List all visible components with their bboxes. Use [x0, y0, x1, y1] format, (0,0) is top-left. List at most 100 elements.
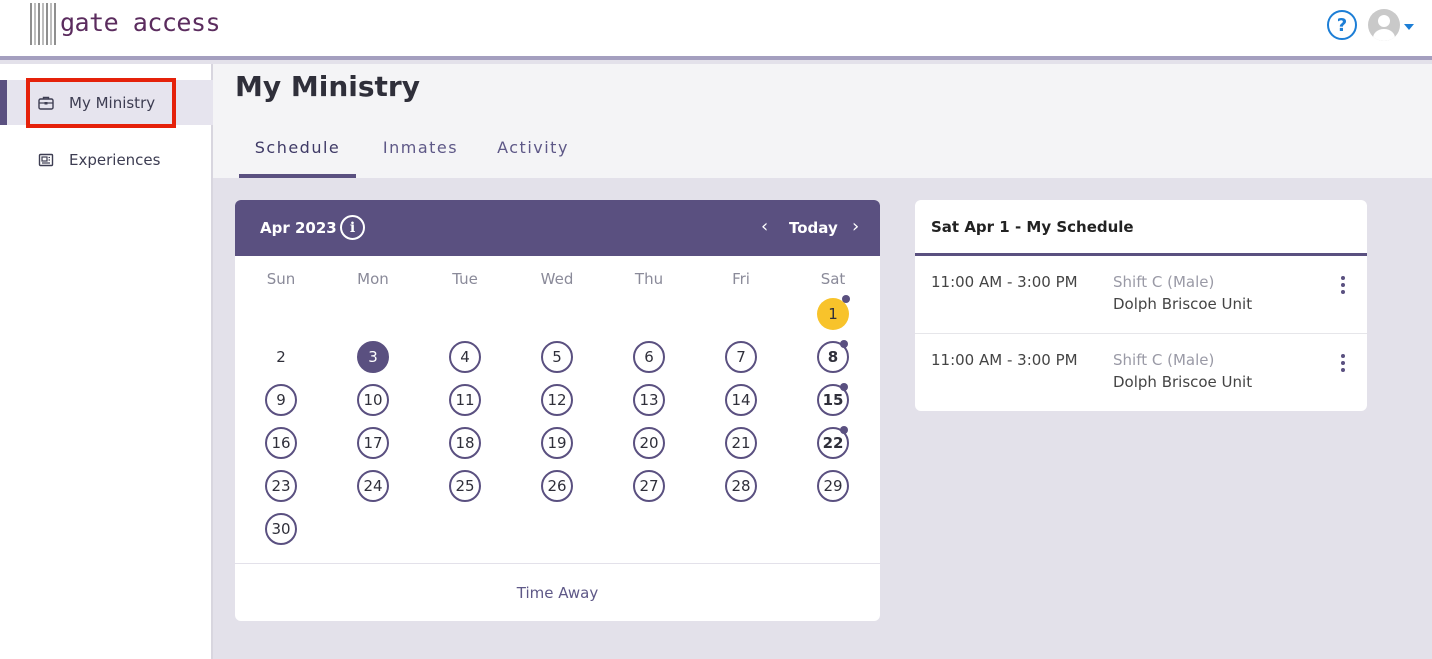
day-number: 16 [271, 434, 291, 452]
calendar-header: Apr 2023 i ‹ Today › [235, 200, 880, 256]
logo-bars-icon [30, 3, 56, 45]
event-dot [840, 340, 848, 348]
day-number: 25 [455, 477, 475, 495]
calendar-day-17[interactable]: 17 [357, 427, 389, 459]
day-number: 15 [822, 391, 844, 409]
calendar-day-30[interactable]: 30 [265, 513, 297, 545]
day-number: 26 [547, 477, 567, 495]
calendar-day-26[interactable]: 26 [541, 470, 573, 502]
calendar-day-28[interactable]: 28 [725, 470, 757, 502]
calendar-day-8[interactable]: 8 [817, 340, 849, 373]
schedule-time: 11:00 AM - 3:00 PM [931, 273, 1078, 291]
calendar-day-10[interactable]: 10 [357, 384, 389, 416]
calendar-day-7[interactable]: 7 [725, 341, 757, 373]
weekday-label: Tue [452, 270, 478, 288]
today-button[interactable]: Today [789, 219, 838, 237]
weekday-label: Sat [820, 270, 846, 288]
day-number: 19 [547, 434, 567, 452]
day-number: 7 [736, 348, 746, 366]
page-title: My Ministry [235, 70, 420, 103]
calendar-day-18[interactable]: 18 [449, 427, 481, 459]
calendar-day-13[interactable]: 13 [633, 384, 665, 416]
calendar-card: Apr 2023 i ‹ Today › Sun Mon Tue Wed Thu… [235, 200, 880, 621]
weekday-label: Sun [266, 270, 296, 288]
schedule-time: 11:00 AM - 3:00 PM [931, 351, 1078, 369]
info-icon[interactable]: i [340, 215, 365, 240]
tab-schedule[interactable]: Schedule [239, 138, 356, 178]
weekday-label: Mon [357, 270, 389, 288]
day-number: 3 [368, 348, 378, 366]
gate-access-logo[interactable]: gate access [30, 2, 221, 46]
calendar-day-5[interactable]: 5 [541, 341, 573, 373]
calendar-day-11[interactable]: 11 [449, 384, 481, 416]
schedule-shift: Shift C (Male) [1113, 351, 1215, 369]
calendar-day-16[interactable]: 16 [265, 427, 297, 459]
time-away-button[interactable]: Time Away [235, 563, 880, 621]
event-dot [842, 295, 850, 303]
tab-inmates[interactable]: Inmates [374, 138, 467, 178]
user-avatar-icon [1368, 9, 1400, 41]
sidebar-item-experiences[interactable]: Experiences [0, 137, 213, 182]
day-number: 4 [460, 348, 470, 366]
day-number: 8 [827, 348, 839, 366]
day-number: 24 [363, 477, 383, 495]
calendar-day-23[interactable]: 23 [265, 470, 297, 502]
chevron-down-icon [1404, 24, 1414, 30]
calendar-month-label: Apr 2023 [260, 219, 337, 237]
day-number: 20 [639, 434, 659, 452]
day-number: 12 [547, 391, 567, 409]
calendar-day-1[interactable]: 1 [817, 295, 850, 330]
day-number: 5 [552, 348, 562, 366]
calendar-day-21[interactable]: 21 [725, 427, 757, 459]
event-dot [840, 383, 848, 391]
event-dot [840, 426, 848, 434]
schedule-row[interactable]: 11:00 AM - 3:00 PM Shift C (Male) Dolph … [915, 333, 1367, 411]
calendar-day-12[interactable]: 12 [541, 384, 573, 416]
calendar-day-3[interactable]: 3 [357, 341, 389, 373]
day-number: 29 [823, 477, 843, 495]
calendar-day-24[interactable]: 24 [357, 470, 389, 502]
more-options-icon[interactable] [1341, 276, 1345, 294]
help-icon[interactable]: ? [1327, 10, 1357, 40]
schedule-panel: Sat Apr 1 - My Schedule 11:00 AM - 3:00 … [915, 200, 1367, 411]
schedule-row[interactable]: 11:00 AM - 3:00 PM Shift C (Male) Dolph … [915, 256, 1367, 334]
schedule-title: Sat Apr 1 - My Schedule [915, 200, 1367, 256]
tab-activity[interactable]: Activity [488, 138, 578, 178]
more-options-icon[interactable] [1341, 354, 1345, 372]
sidebar: My Ministry Experiences [0, 64, 213, 659]
day-number: 30 [271, 520, 291, 538]
day-number: 28 [731, 477, 751, 495]
day-number: 14 [731, 391, 751, 409]
day-number: 27 [639, 477, 659, 495]
day-number: 18 [455, 434, 475, 452]
calendar-day-19[interactable]: 19 [541, 427, 573, 459]
day-number: 6 [644, 348, 654, 366]
previous-month-button[interactable]: ‹ [761, 216, 768, 237]
calendar-day-27[interactable]: 27 [633, 470, 665, 502]
calendar-day-25[interactable]: 25 [449, 470, 481, 502]
day-number: 1 [828, 305, 838, 323]
day-number: 17 [363, 434, 383, 452]
newspaper-icon [38, 153, 54, 167]
calendar-day-9[interactable]: 9 [265, 384, 297, 416]
user-menu-button[interactable] [1368, 9, 1414, 41]
calendar-day-4[interactable]: 4 [449, 341, 481, 373]
day-number: 10 [363, 391, 383, 409]
day-number: 11 [455, 391, 475, 409]
calendar-day-29[interactable]: 29 [817, 470, 849, 502]
calendar-day-14[interactable]: 14 [725, 384, 757, 416]
calendar-day-22[interactable]: 22 [817, 426, 849, 459]
day-number: 21 [731, 434, 751, 452]
calendar-day-20[interactable]: 20 [633, 427, 665, 459]
calendar-day-6[interactable]: 6 [633, 341, 665, 373]
logo-text: gate access [60, 7, 221, 37]
weekday-label: Wed [540, 270, 574, 288]
day-number: 9 [276, 391, 286, 409]
next-month-button[interactable]: › [852, 216, 859, 237]
calendar-day-2[interactable]: 2 [265, 341, 297, 373]
day-number: 22 [822, 434, 844, 452]
calendar-day-15[interactable]: 15 [817, 383, 849, 416]
schedule-shift: Shift C (Male) [1113, 273, 1215, 291]
sidebar-item-label: Experiences [69, 150, 161, 169]
top-bar: gate access ? [0, 0, 1432, 60]
